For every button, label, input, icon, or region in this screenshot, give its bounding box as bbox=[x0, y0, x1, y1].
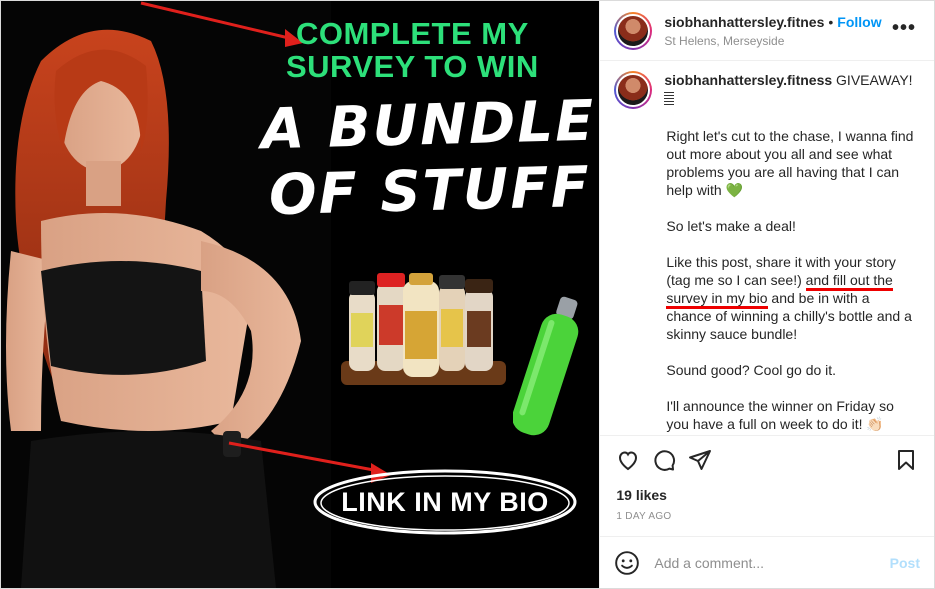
underlined-text: and fill out the bbox=[805, 272, 893, 291]
save-button[interactable] bbox=[888, 442, 924, 478]
sauce-bottles-image bbox=[341, 273, 506, 385]
badge-text: LINK IN MY BIO bbox=[341, 486, 549, 517]
caption-avatar[interactable] bbox=[614, 71, 653, 109]
caption-paragraph: Right let's cut to the chase, I wanna fi… bbox=[666, 128, 914, 198]
bundle-title: A BUNDLE OF STUFF bbox=[257, 89, 599, 230]
headline-line: SURVEY TO WIN bbox=[285, 49, 539, 84]
tally-emoji-icon bbox=[664, 92, 675, 106]
follow-button[interactable]: Follow bbox=[837, 14, 881, 30]
underlined-text: survey in my bio bbox=[666, 290, 768, 309]
separator-dot: • bbox=[828, 13, 834, 30]
caption-paragraph: Sound good? Cool go do it. bbox=[666, 362, 837, 378]
caption-header: siobhanhattersley.fitness GIVEAWAY! bbox=[614, 71, 918, 109]
post-date: 1 DAY AGO bbox=[616, 511, 672, 522]
headline: COMPLETE MY SURVEY TO WIN bbox=[247, 17, 577, 83]
caption-text: Right let's cut to the chase, I wanna fi… bbox=[666, 127, 918, 433]
post-comment-button[interactable]: Post bbox=[890, 555, 920, 571]
action-bar bbox=[600, 435, 934, 483]
heart-icon bbox=[619, 450, 638, 470]
post-header: siobhanhattersley.fitness • Follow St He… bbox=[600, 1, 934, 61]
avatar-image bbox=[616, 73, 651, 107]
comment-bar: Post bbox=[600, 536, 934, 588]
caption-first-line: siobhanhattersley.fitness GIVEAWAY! bbox=[664, 71, 913, 109]
caption-username[interactable]: siobhanhattersley.fitness bbox=[664, 72, 832, 88]
avatar-image bbox=[616, 13, 651, 48]
headline-line: COMPLETE MY bbox=[295, 16, 529, 51]
post-sidebar: siobhanhattersley.fitness • Follow St He… bbox=[599, 1, 934, 588]
likes-count[interactable]: 19 likes bbox=[600, 483, 934, 503]
water-bottle-image bbox=[513, 296, 579, 436]
comment-icon bbox=[654, 449, 676, 471]
link-in-bio-badge: LINK IN MY BIO bbox=[311, 467, 579, 537]
like-button[interactable] bbox=[610, 442, 646, 478]
username-link[interactable]: siobhanhattersley.fitness bbox=[664, 14, 824, 30]
post-image[interactable]: COMPLETE MY SURVEY TO WIN A BUNDLE OF ST… bbox=[1, 1, 600, 588]
comment-button[interactable] bbox=[646, 442, 682, 478]
bundle-title-line: OF STUFF bbox=[268, 154, 592, 229]
bundle-title-line: A BUNDLE bbox=[260, 88, 597, 163]
avatar[interactable] bbox=[614, 11, 653, 50]
share-button[interactable] bbox=[682, 442, 718, 478]
caption-paragraph: I'll announce the winner on Friday so yo… bbox=[666, 398, 894, 432]
send-icon bbox=[689, 449, 712, 470]
caption-title: GIVEAWAY! bbox=[836, 72, 913, 88]
caption-area: siobhanhattersley.fitness GIVEAWAY! Righ… bbox=[600, 61, 934, 435]
caption-paragraph: Like this post, share it with your story… bbox=[666, 253, 918, 343]
bookmark-icon bbox=[898, 450, 914, 470]
caption-paragraph: So let's make a deal! bbox=[666, 218, 796, 234]
location-link[interactable]: St Helens, Merseyside bbox=[664, 34, 894, 48]
more-options-icon[interactable]: ••• bbox=[892, 18, 916, 38]
post-window: COMPLETE MY SURVEY TO WIN A BUNDLE OF ST… bbox=[0, 0, 935, 589]
header-text: siobhanhattersley.fitness • Follow St He… bbox=[664, 14, 894, 48]
header-row: siobhanhattersley.fitness • Follow bbox=[664, 14, 894, 30]
comment-input[interactable] bbox=[654, 554, 890, 571]
emoji-icon[interactable] bbox=[614, 550, 640, 576]
